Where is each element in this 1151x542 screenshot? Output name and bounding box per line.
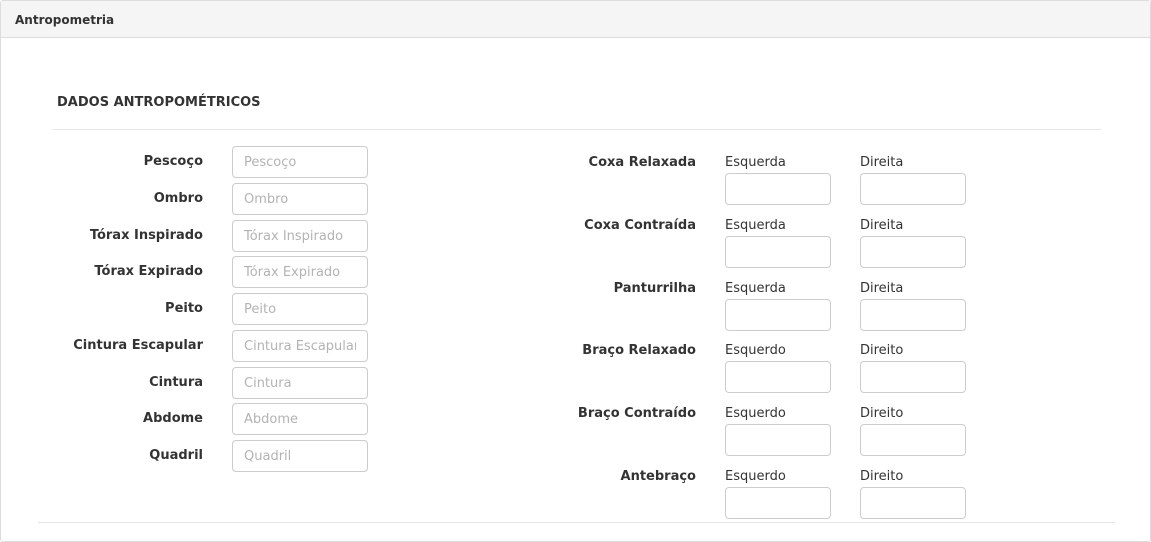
coxa-relaxada-left-sublabel: Esquerda (725, 155, 786, 170)
panel-heading: Antropometria (1, 1, 1150, 38)
label-braco-contraido: Braço Contraído (577, 406, 696, 421)
panel-title: Antropometria (15, 13, 115, 27)
braco-contraido-right-sublabel: Direito (860, 406, 904, 421)
label-ombro: Ombro (153, 191, 203, 206)
antebraco-left-input[interactable] (725, 487, 831, 519)
label-coxa-contraida: Coxa Contraída (584, 218, 696, 233)
antebraco-left-sublabel: Esquerdo (725, 469, 786, 484)
braco-contraido-left-input[interactable] (725, 424, 831, 456)
label-panturrilha: Panturrilha (613, 281, 696, 296)
coxa-contraida-left-sublabel: Esquerda (725, 218, 786, 233)
braco-relaxado-right-sublabel: Direito (860, 343, 904, 358)
label-braco-relaxado: Braço Relaxado (582, 343, 696, 358)
braco-contraido-right-input[interactable] (860, 424, 966, 456)
torax-expirado-input[interactable] (232, 256, 368, 288)
coxa-relaxada-right-sublabel: Direita (860, 155, 904, 170)
bottom-divider (38, 522, 1115, 523)
cintura-input[interactable] (232, 367, 368, 399)
coxa-relaxada-left-input[interactable] (725, 173, 831, 205)
label-torax-expirado: Tórax Expirado (94, 264, 203, 279)
pescoco-input[interactable] (232, 146, 368, 178)
label-cintura-escapular: Cintura Escapular (73, 338, 203, 353)
panturrilha-left-sublabel: Esquerda (725, 281, 786, 296)
label-quadril: Quadril (149, 448, 203, 463)
label-pescoco: Pescoço (143, 154, 203, 169)
braco-relaxado-right-input[interactable] (860, 361, 966, 393)
panturrilha-left-input[interactable] (725, 299, 831, 331)
section-divider (52, 129, 1101, 130)
cintura-escapular-input[interactable] (232, 330, 368, 362)
label-cintura: Cintura (149, 375, 203, 390)
section-title: DADOS ANTROPOMÉTRICOS (57, 95, 261, 110)
label-antebraco: Antebraço (620, 469, 696, 484)
panturrilha-right-sublabel: Direita (860, 281, 904, 296)
abdome-input[interactable] (232, 403, 368, 435)
label-abdome: Abdome (143, 411, 203, 426)
quadril-input[interactable] (232, 440, 368, 472)
panturrilha-right-input[interactable] (860, 299, 966, 331)
braco-relaxado-left-sublabel: Esquerdo (725, 343, 786, 358)
braco-contraido-left-sublabel: Esquerdo (725, 406, 786, 421)
antebraco-right-input[interactable] (860, 487, 966, 519)
peito-input[interactable] (232, 293, 368, 325)
coxa-contraida-right-input[interactable] (860, 236, 966, 268)
label-peito: Peito (165, 301, 203, 316)
ombro-input[interactable] (232, 183, 368, 215)
label-torax-inspirado: Tórax Inspirado (89, 228, 203, 243)
label-coxa-relaxada: Coxa Relaxada (588, 155, 696, 170)
coxa-contraida-left-input[interactable] (725, 236, 831, 268)
braco-relaxado-left-input[interactable] (725, 361, 831, 393)
coxa-contraida-right-sublabel: Direita (860, 218, 904, 233)
coxa-relaxada-right-input[interactable] (860, 173, 966, 205)
torax-inspirado-input[interactable] (232, 220, 368, 252)
antebraco-right-sublabel: Direito (860, 469, 904, 484)
